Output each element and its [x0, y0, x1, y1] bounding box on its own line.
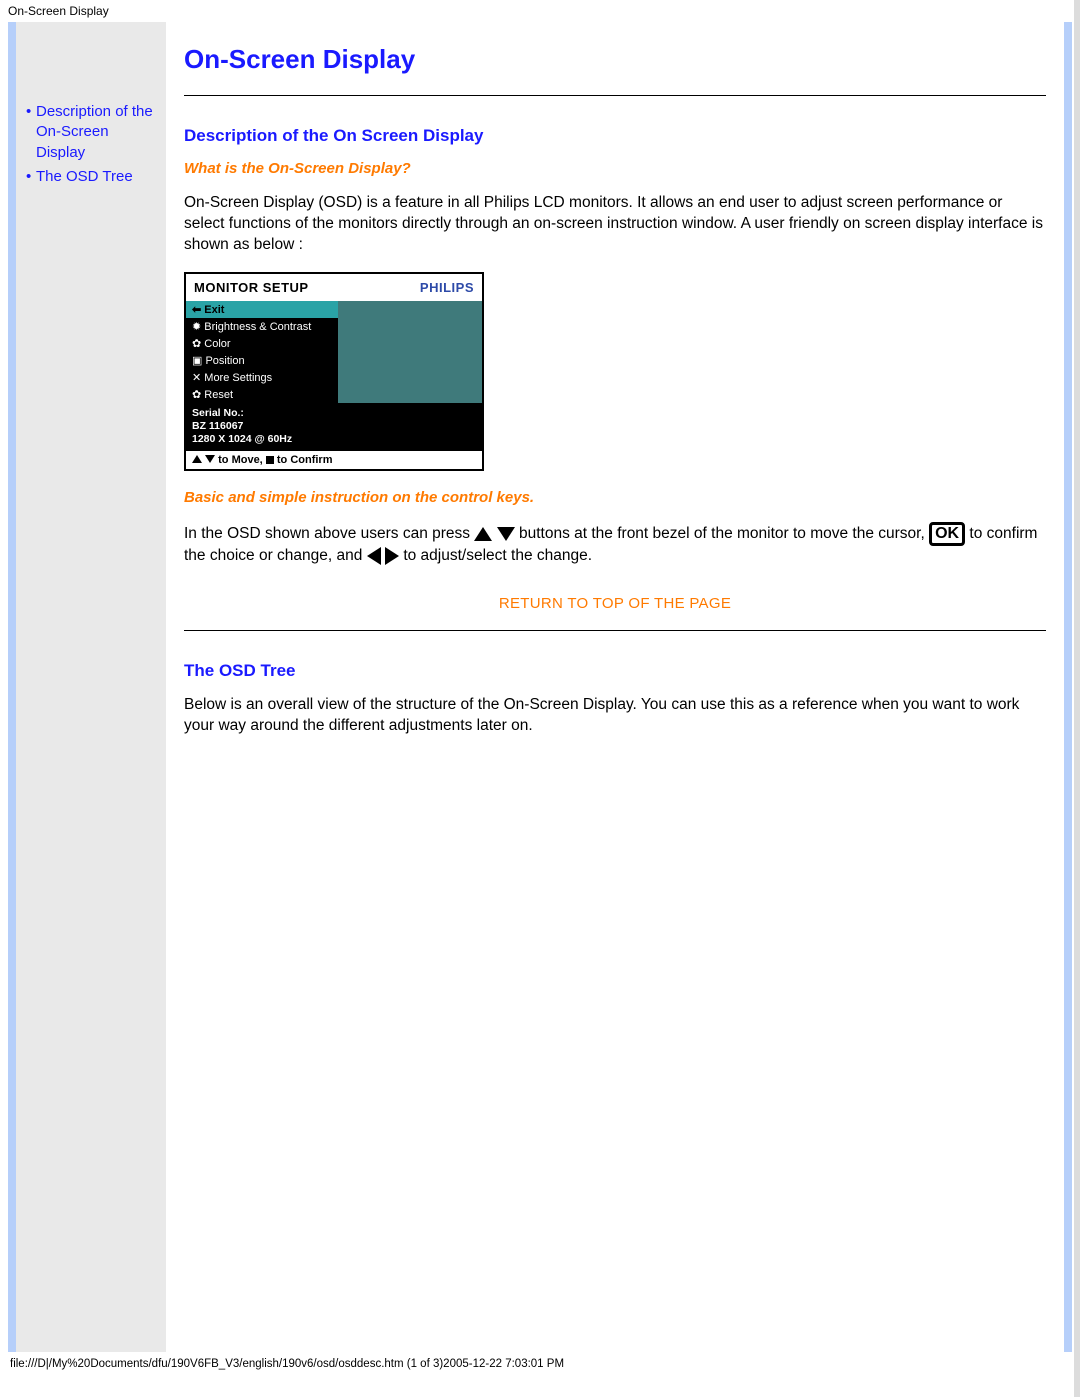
osd-menu-item: ✕ More Settings	[186, 369, 338, 386]
instruction-paragraph: In the OSD shown above users can press b…	[184, 522, 1046, 567]
osd-menu-item: ✿ Color	[186, 335, 338, 352]
arrow-down-icon	[497, 527, 515, 541]
divider	[184, 630, 1046, 631]
content: On-Screen Display Description of the On …	[166, 22, 1064, 1352]
osd-info: Serial No.: BZ 116067 1280 X 1024 @ 60Hz	[186, 403, 482, 450]
sidebar-item-osd-tree[interactable]: The OSD Tree	[26, 167, 156, 187]
osd-tree-paragraph: Below is an overall view of the structur…	[184, 695, 1046, 737]
description-paragraph: On-Screen Display (OSD) is a feature in …	[184, 193, 1046, 256]
osd-menu: ⬅ Exit ✹ Brightness & Contrast ✿ Color ▣…	[186, 301, 338, 403]
osd-footer: to Move, to Confirm	[186, 450, 482, 469]
section-heading-description: Description of the On Screen Display	[184, 126, 1046, 146]
down-icon	[205, 455, 215, 463]
osd-menu-item: ⬅ Exit	[186, 301, 338, 318]
arrow-left-icon	[367, 547, 381, 565]
osd-menu-item: ✿ Reset	[186, 386, 338, 403]
confirm-icon	[266, 456, 274, 464]
ok-button-icon: OK	[929, 522, 965, 546]
scrollbar[interactable]	[1074, 0, 1080, 1397]
arrow-right-icon	[385, 547, 399, 565]
up-icon	[192, 455, 202, 463]
arrow-up-icon	[474, 527, 492, 541]
osd-menu-item: ▣ Position	[186, 352, 338, 369]
sidebar-item-description[interactable]: Description of the On-Screen Display	[26, 102, 156, 163]
sub-question: What is the On-Screen Display?	[184, 160, 1046, 177]
osd-menu-item: ✹ Brightness & Contrast	[186, 318, 338, 335]
window-title: On-Screen Display	[0, 0, 1080, 22]
osd-title: MONITOR SETUP	[194, 280, 309, 295]
divider	[184, 95, 1046, 96]
section-heading-osd-tree: The OSD Tree	[184, 661, 1046, 681]
footer-path: file:///D|/My%20Documents/dfu/190V6FB_V3…	[0, 1352, 1080, 1380]
return-to-top-link[interactable]: RETURN TO TOP OF THE PAGE	[499, 595, 731, 612]
osd-preview	[338, 301, 482, 403]
return-to-top[interactable]: RETURN TO TOP OF THE PAGE	[184, 595, 1046, 612]
sub-instruction: Basic and simple instruction on the cont…	[184, 489, 1046, 506]
osd-screenshot: MONITOR SETUP PHILIPS ⬅ Exit ✹ Brightnes…	[184, 272, 484, 471]
sidebar: Description of the On-Screen Display The…	[16, 22, 166, 1352]
page-title: On-Screen Display	[184, 44, 1046, 75]
sidebar-link[interactable]: The OSD Tree	[36, 168, 133, 185]
osd-brand: PHILIPS	[420, 280, 474, 295]
sidebar-link[interactable]: Description of the On-Screen Display	[36, 103, 153, 161]
